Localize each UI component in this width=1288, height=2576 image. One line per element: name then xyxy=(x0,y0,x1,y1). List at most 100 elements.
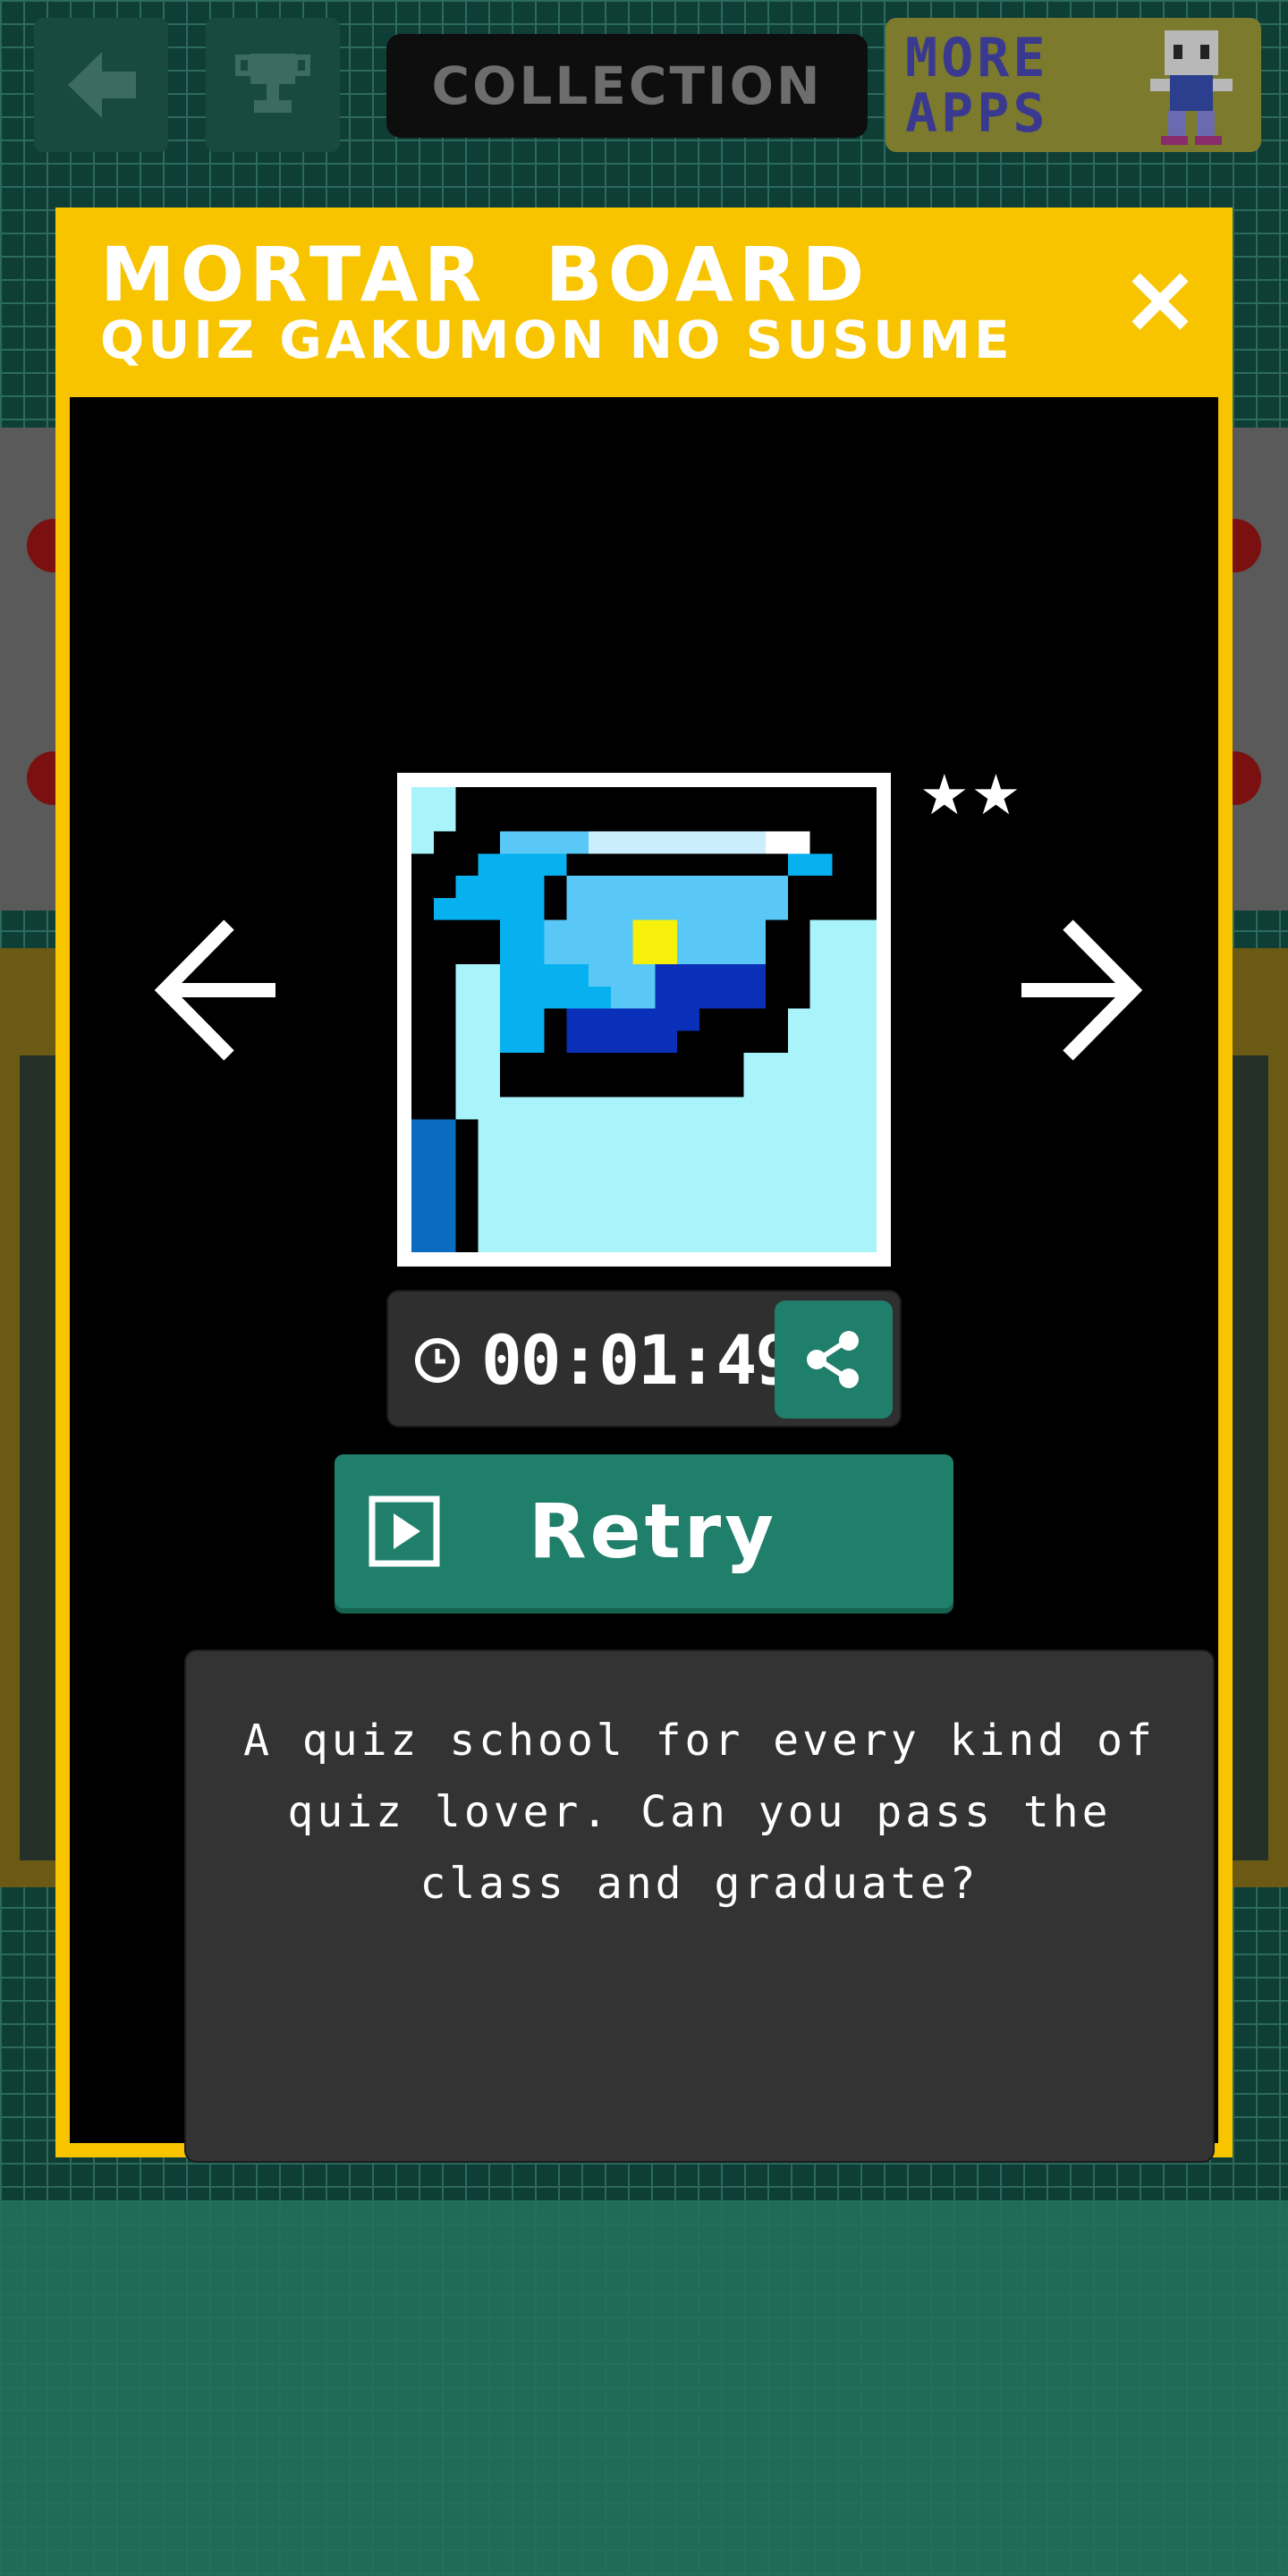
pixel xyxy=(677,1185,699,1208)
pixel xyxy=(589,942,611,965)
pixel xyxy=(655,876,678,898)
pixel xyxy=(500,897,522,920)
pixel xyxy=(632,919,656,943)
modal-header: MORTAR BOARD QUIZ GAKUMON NO SUSUME xyxy=(55,208,1233,397)
pixel xyxy=(699,809,722,832)
pixel xyxy=(809,1053,833,1075)
pixel xyxy=(787,897,810,920)
pixel xyxy=(699,942,722,965)
pixel xyxy=(743,1074,767,1097)
pixel xyxy=(478,809,501,832)
clear-time-box: 00:01:49 xyxy=(386,1290,902,1428)
trophy-button[interactable] xyxy=(206,18,340,152)
pixel xyxy=(832,942,855,965)
pixel xyxy=(521,964,545,987)
pixel xyxy=(787,1185,810,1208)
pixel xyxy=(743,1008,767,1031)
pixel xyxy=(521,1141,545,1164)
pixel xyxy=(566,919,589,943)
pixel xyxy=(566,1097,589,1120)
pixel xyxy=(433,787,456,809)
pixel xyxy=(787,853,810,877)
pixel xyxy=(610,876,633,898)
pixel xyxy=(566,1230,589,1252)
pixel xyxy=(721,942,744,965)
pixel xyxy=(589,1097,611,1120)
pixel xyxy=(743,1053,767,1075)
pixel xyxy=(455,1141,479,1164)
pixel xyxy=(632,986,656,1009)
pixel xyxy=(589,787,611,809)
pixel xyxy=(721,787,744,809)
pixel xyxy=(478,986,501,1009)
back-button[interactable] xyxy=(34,18,168,152)
pixel xyxy=(854,1030,877,1054)
pixel xyxy=(433,1008,456,1031)
pixel xyxy=(455,1097,479,1120)
pixel xyxy=(854,809,877,832)
pixel xyxy=(478,1097,501,1120)
pixel xyxy=(589,1030,611,1054)
pixel xyxy=(854,919,877,943)
pixel xyxy=(787,1163,810,1186)
pixel xyxy=(478,876,501,898)
pixel xyxy=(455,831,479,854)
pixel xyxy=(544,986,567,1009)
pixel xyxy=(766,787,788,809)
background-footer-grid xyxy=(0,2200,1288,2576)
pixel xyxy=(743,964,767,987)
pixel xyxy=(699,1185,722,1208)
pixel xyxy=(721,809,744,832)
pixel xyxy=(500,919,522,943)
pixel xyxy=(766,1119,788,1142)
pixel xyxy=(832,1141,855,1164)
pixel xyxy=(655,964,678,987)
more-apps-button[interactable]: MORE APPS xyxy=(886,18,1261,152)
pixel xyxy=(699,1208,722,1231)
pixel xyxy=(809,1141,833,1164)
pixel xyxy=(566,876,589,898)
pixel xyxy=(566,1053,589,1075)
pixel xyxy=(433,1208,456,1231)
pixel xyxy=(787,986,810,1009)
pixel xyxy=(809,986,833,1009)
close-button[interactable] xyxy=(1111,252,1209,351)
pixel-art-image xyxy=(411,787,877,1252)
pixel xyxy=(589,853,611,877)
pixel xyxy=(677,942,699,965)
pixel xyxy=(832,1185,855,1208)
pixel xyxy=(677,787,699,809)
pixel xyxy=(500,1030,522,1054)
pixel xyxy=(544,942,567,965)
pixel xyxy=(521,809,545,832)
pixel xyxy=(655,942,678,965)
pixel xyxy=(433,1053,456,1075)
pixel xyxy=(699,1230,722,1252)
next-button[interactable] xyxy=(1014,914,1148,1066)
pixel xyxy=(677,1230,699,1252)
pixel xyxy=(411,942,434,965)
pixel xyxy=(566,787,589,809)
pixel xyxy=(455,1185,479,1208)
pixel xyxy=(721,897,744,920)
pixel xyxy=(411,964,434,987)
pixel xyxy=(766,1074,788,1097)
pixel xyxy=(832,1097,855,1120)
previous-button[interactable] xyxy=(148,914,283,1066)
pixel xyxy=(655,897,678,920)
pixel xyxy=(787,1141,810,1164)
pixel xyxy=(743,809,767,832)
pixel xyxy=(478,1119,501,1142)
pixel xyxy=(766,831,788,854)
pixel xyxy=(655,1141,678,1164)
pixel xyxy=(809,876,833,898)
pixel xyxy=(832,1208,855,1231)
pixel xyxy=(632,831,656,854)
pixel xyxy=(655,1008,678,1031)
retry-button[interactable]: Retry xyxy=(335,1454,953,1608)
pixel xyxy=(544,1230,567,1252)
share-button[interactable] xyxy=(775,1301,893,1419)
pixel xyxy=(832,964,855,987)
pixel xyxy=(655,809,678,832)
pixel xyxy=(854,1185,877,1208)
